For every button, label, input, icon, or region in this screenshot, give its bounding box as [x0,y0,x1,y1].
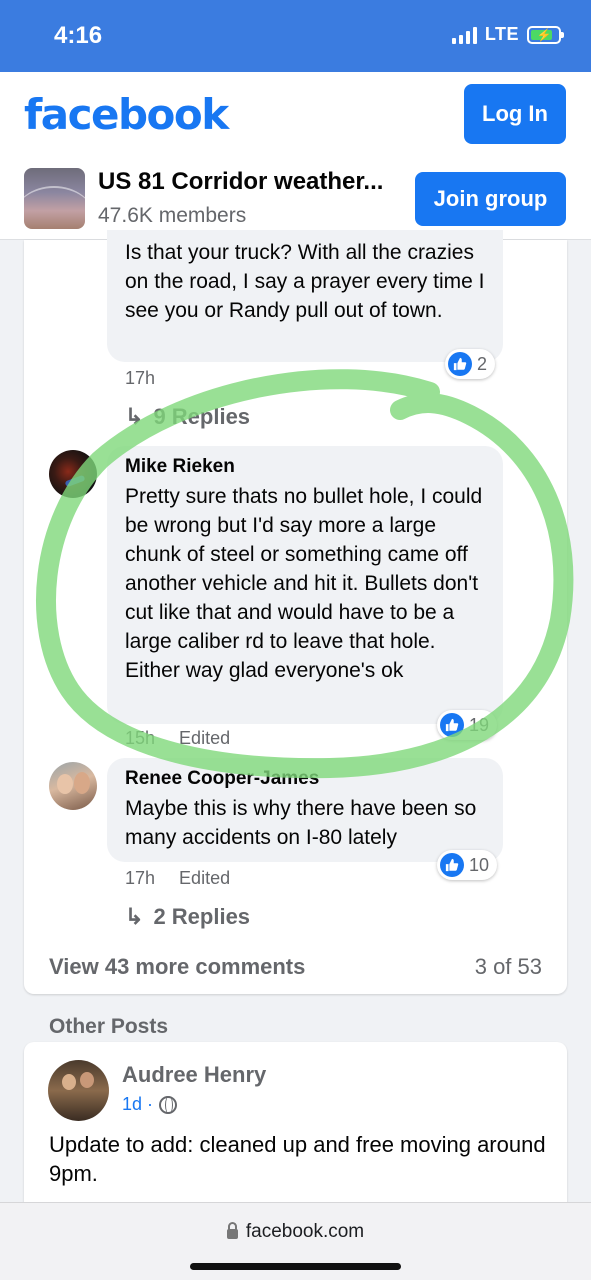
like-count: 2 [477,353,488,374]
url-text: facebook.com [245,1221,365,1242]
browser-url-bar[interactable]: facebook.com [0,1202,591,1280]
comment-bubble: Renee Cooper-James Maybe this is why the… [107,758,503,862]
reply-arrow-icon: ↳ [125,904,144,929]
status-bar: 4:16 LTE ⚡ [0,0,591,72]
login-button[interactable]: Log In [464,84,566,144]
signal-icon [451,26,477,44]
edited-label: Edited [179,728,231,748]
network-label: LTE [484,24,519,44]
like-count: 10 [469,854,490,875]
comment-author[interactable]: Mike Rieken [125,456,485,478]
group-name[interactable]: US 81 Corridor weather... [98,168,383,196]
comment-bubble: Is that your truck? With all the crazies… [107,230,503,362]
status-indicators: LTE ⚡ [451,24,564,45]
group-header: US 81 Corridor weather... 47.6K members … [0,158,591,240]
facebook-logo[interactable]: facebook [24,90,229,139]
reply-arrow-icon: ↳ [125,404,144,429]
avatar[interactable] [49,450,97,498]
replies-label: 9 Replies [153,404,251,429]
replies-label: 2 Replies [153,904,251,929]
comments-card: Is that your truck? With all the crazies… [24,230,567,994]
view-more-comments-link[interactable]: View 43 more comments [49,954,305,980]
like-icon [440,713,464,737]
post-time[interactable]: 1d · [122,1094,153,1115]
comment-meta: 17h Edited [125,868,230,889]
post-text: Update to add: cleaned up and free movin… [49,1132,546,1186]
comment-time[interactable]: 15h [125,728,155,749]
url-display[interactable]: facebook.com [0,1221,591,1243]
comment-meta: 17h [125,368,155,389]
comment-text: Pretty sure thats no bullet hole, I coul… [125,485,483,682]
view-replies-link[interactable]: ↳ 9 Replies [125,404,250,430]
comment-text: Is that your truck? With all the crazies… [125,241,485,322]
battery-icon: ⚡ [527,25,564,44]
avatar[interactable] [48,1060,109,1121]
globe-icon [159,1095,178,1114]
avatar[interactable] [49,762,97,810]
comment-time[interactable]: 17h [125,368,155,389]
like-count: 19 [469,714,490,735]
comment-bubble: Mike Rieken Pretty sure thats no bullet … [107,446,503,724]
other-posts-heading: Other Posts [49,1015,169,1038]
home-indicator[interactable] [190,1263,401,1270]
like-icon [440,853,464,877]
post-card[interactable]: Audree Henry 1d · Update to add: cleaned… [24,1042,567,1212]
comment-meta: 15h Edited [125,728,230,749]
view-replies-link[interactable]: ↳ 2 Replies [125,904,250,930]
edited-label: Edited [179,868,231,888]
join-group-button[interactable]: Join group [415,172,566,226]
comment-time[interactable]: 17h [125,868,155,889]
reaction-count[interactable]: 19 [437,710,498,740]
site-header: facebook Log In [0,72,591,158]
lock-icon [226,1222,238,1239]
group-member-count: 47.6K members [98,204,247,227]
post-meta: 1d · [122,1094,178,1115]
post-author[interactable]: Audree Henry [122,1062,266,1088]
like-icon [448,352,472,376]
reaction-count[interactable]: 2 [445,349,496,379]
reaction-count[interactable]: 10 [437,850,498,880]
comment-count: 3 of 53 [474,954,542,979]
group-cover-image[interactable] [24,168,85,229]
comment-text: Maybe this is why there have been so man… [125,797,477,849]
comment-author[interactable]: Renee Cooper-James [125,768,485,790]
status-time: 4:16 [54,22,103,49]
